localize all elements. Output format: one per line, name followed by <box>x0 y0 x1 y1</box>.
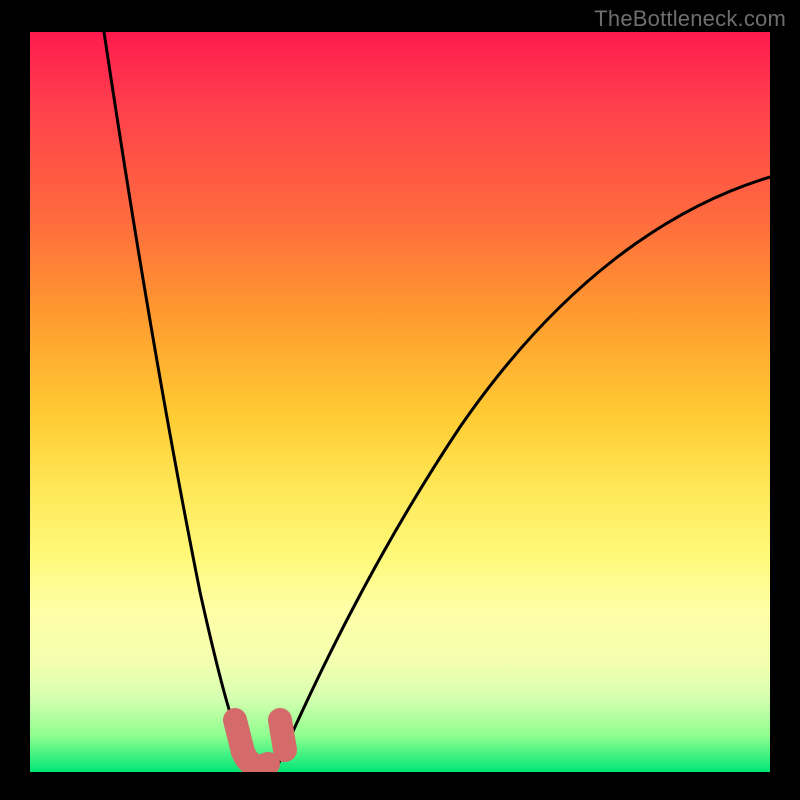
curve-left-branch <box>104 32 250 767</box>
bottleneck-curve <box>30 32 770 772</box>
curve-right-branch <box>277 177 770 767</box>
watermark-text: TheBottleneck.com <box>594 6 786 32</box>
trough-marker <box>235 720 285 766</box>
chart-frame <box>30 32 770 772</box>
